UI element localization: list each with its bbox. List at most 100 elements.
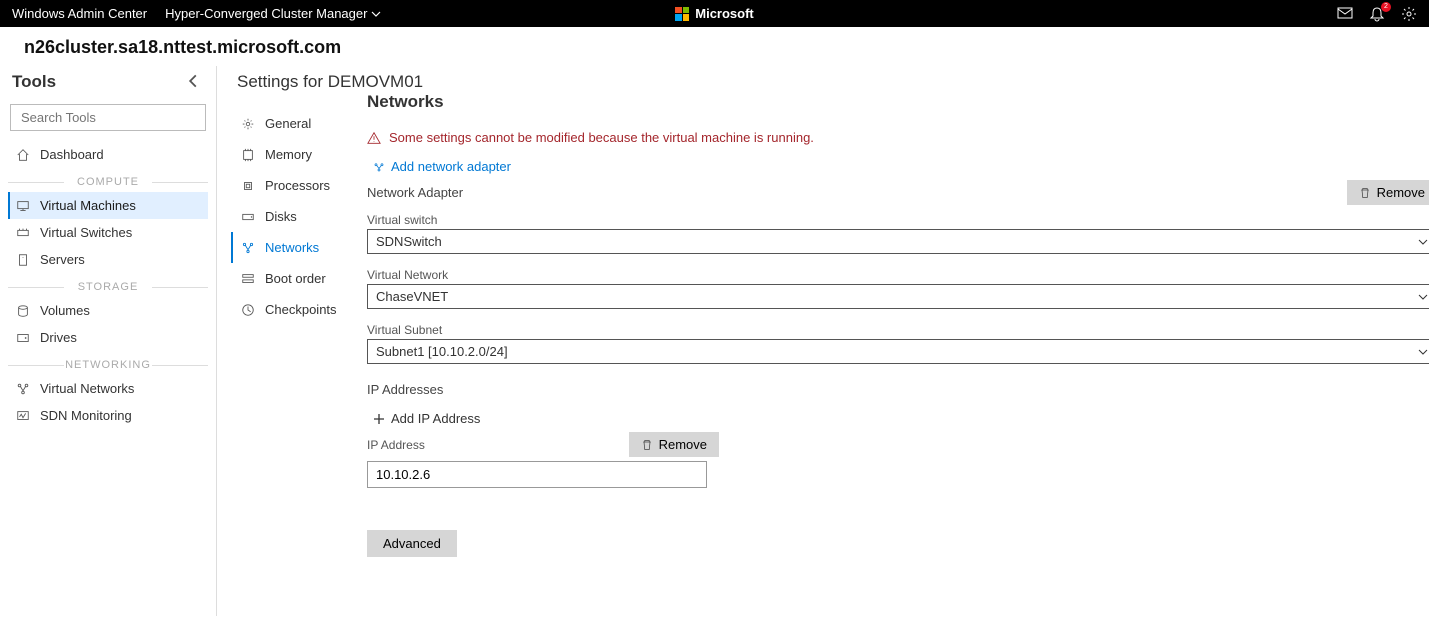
virtual-network-label: Virtual Network <box>367 268 1429 282</box>
settings-item-label: Processors <box>265 178 330 193</box>
module-label: Hyper-Converged Cluster Manager <box>165 6 367 21</box>
microsoft-logo-icon <box>675 7 689 21</box>
settings-title: Settings for DEMOVM01 <box>237 66 347 108</box>
chevron-down-icon <box>1418 237 1428 247</box>
tools-title: Tools <box>12 72 56 92</box>
sidebar-item-volumes[interactable]: Volumes <box>8 297 208 324</box>
virtual-switch-value: SDNSwitch <box>376 234 442 249</box>
advanced-button[interactable]: Advanced <box>367 530 457 557</box>
sidebar-item-label: SDN Monitoring <box>40 408 132 423</box>
ip-address-label: IP Address <box>367 438 425 452</box>
add-adapter-label: Add network adapter <box>391 159 511 174</box>
drive-icon <box>16 331 30 345</box>
search-tools-input[interactable] <box>10 104 206 131</box>
product-link[interactable]: Windows Admin Center <box>12 6 147 21</box>
module-dropdown[interactable]: Hyper-Converged Cluster Manager <box>165 6 381 21</box>
volume-icon <box>16 304 30 318</box>
warning-text: Some settings cannot be modified because… <box>389 130 814 145</box>
virtual-switch-select[interactable]: SDNSwitch <box>367 229 1429 254</box>
virtual-subnet-label: Virtual Subnet <box>367 323 1429 337</box>
chevron-down-icon <box>1418 347 1428 357</box>
add-ip-label: Add IP Address <box>391 411 480 426</box>
disk-icon <box>241 210 255 224</box>
boot-icon <box>241 272 255 286</box>
cluster-name: n26cluster.sa18.nttest.microsoft.com <box>0 27 1429 66</box>
settings-item-label: Memory <box>265 147 312 162</box>
settings-item-label: Disks <box>265 209 297 224</box>
settings-gear-icon[interactable] <box>1401 6 1417 22</box>
sidebar-item-sdn-monitoring[interactable]: SDN Monitoring <box>8 402 208 429</box>
brand-label: Microsoft <box>695 6 754 21</box>
home-icon <box>16 148 30 162</box>
network-adapter-label: Network Adapter <box>367 185 463 200</box>
sidebar-item-label: Volumes <box>40 303 90 318</box>
group-compute: COMPUTE <box>8 176 208 188</box>
settings-item-label: Checkpoints <box>265 302 337 317</box>
group-storage: STORAGE <box>8 281 208 293</box>
sidebar-item-label: Virtual Machines <box>40 198 136 213</box>
top-bar: Windows Admin Center Hyper-Converged Clu… <box>0 0 1429 27</box>
settings-item-processors[interactable]: Processors <box>237 170 347 201</box>
cpu-icon <box>241 179 255 193</box>
sidebar-item-drives[interactable]: Drives <box>8 324 208 351</box>
group-networking: NETWORKING <box>8 359 208 371</box>
settings-item-checkpoints[interactable]: Checkpoints <box>237 294 347 325</box>
warning-message: Some settings cannot be modified because… <box>367 130 1429 145</box>
sidebar-item-label: Virtual Networks <box>40 381 134 396</box>
ip-address-input[interactable] <box>367 461 707 488</box>
trash-icon <box>641 439 653 451</box>
switch-icon <box>16 226 30 240</box>
sidebar-item-virtual-machines[interactable]: Virtual Machines <box>8 192 208 219</box>
settings-item-networks[interactable]: Networks <box>231 232 347 263</box>
sidebar-item-label: Dashboard <box>40 147 104 162</box>
search-input-field[interactable] <box>19 109 199 126</box>
monitor-icon <box>16 409 30 423</box>
gear-icon <box>241 117 255 131</box>
checkpoint-icon <box>241 303 255 317</box>
memory-icon <box>241 148 255 162</box>
settings-item-label: Networks <box>265 240 319 255</box>
settings-nav: Settings for DEMOVM01 General Memory Pro… <box>217 66 347 616</box>
sidebar-item-virtual-switches[interactable]: Virtual Switches <box>8 219 208 246</box>
ip-addresses-label: IP Addresses <box>367 382 1429 397</box>
network-icon <box>16 382 30 396</box>
adapter-icon <box>373 161 385 173</box>
remove-ip-button[interactable]: Remove <box>629 432 719 457</box>
collapse-tools-button[interactable] <box>186 73 204 91</box>
feedback-icon[interactable] <box>1337 6 1353 22</box>
plus-icon <box>373 413 385 425</box>
vm-icon <box>16 199 30 213</box>
networks-icon <box>241 241 255 255</box>
server-icon <box>16 253 30 267</box>
sidebar-item-label: Drives <box>40 330 77 345</box>
add-ip-address-button[interactable]: Add IP Address <box>373 411 1429 426</box>
tools-panel: Tools Dashboard COMPUTE Virtual Machines… <box>0 66 217 616</box>
virtual-subnet-value: Subnet1 [10.10.2.0/24] <box>376 344 508 359</box>
notification-badge: 2 <box>1381 2 1391 12</box>
settings-item-label: General <box>265 116 311 131</box>
chevron-down-icon <box>1418 292 1428 302</box>
virtual-switch-label: Virtual switch <box>367 213 1429 227</box>
settings-item-label: Boot order <box>265 271 326 286</box>
virtual-subnet-select[interactable]: Subnet1 [10.10.2.0/24] <box>367 339 1429 364</box>
notifications-icon[interactable]: 2 <box>1369 6 1385 22</box>
sidebar-item-label: Virtual Switches <box>40 225 132 240</box>
sidebar-item-servers[interactable]: Servers <box>8 246 208 273</box>
add-network-adapter-button[interactable]: Add network adapter <box>373 159 1429 174</box>
settings-item-disks[interactable]: Disks <box>237 201 347 232</box>
settings-item-general[interactable]: General <box>237 108 347 139</box>
sidebar-item-label: Servers <box>40 252 85 267</box>
content-title: Networks <box>367 66 1429 130</box>
remove-label: Remove <box>1377 185 1425 200</box>
settings-item-memory[interactable]: Memory <box>237 139 347 170</box>
remove-label: Remove <box>659 437 707 452</box>
microsoft-logo: Microsoft <box>675 6 754 21</box>
warning-triangle-icon <box>367 131 381 145</box>
sidebar-item-dashboard[interactable]: Dashboard <box>8 141 208 168</box>
settings-item-boot-order[interactable]: Boot order <box>237 263 347 294</box>
virtual-network-select[interactable]: ChaseVNET <box>367 284 1429 309</box>
sidebar-item-virtual-networks[interactable]: Virtual Networks <box>8 375 208 402</box>
virtual-network-value: ChaseVNET <box>376 289 448 304</box>
chevron-down-icon <box>371 9 381 19</box>
remove-adapter-button[interactable]: Remove <box>1347 180 1429 205</box>
